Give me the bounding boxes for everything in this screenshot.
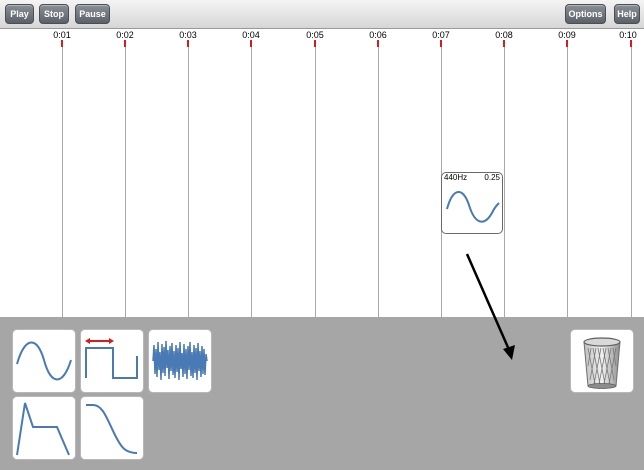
block-frequency-label: 440Hz [444,173,468,182]
noise-icon [152,340,208,381]
time-tick-mark [630,40,632,47]
time-tick-label: 0:08 [495,30,513,40]
placed-sine-block[interactable]: 440Hz 0.25 [441,172,503,234]
time-tick-label: 0:01 [53,30,71,40]
time-tick-mark [187,40,189,47]
time-grid-line [314,47,316,317]
time-tick-label: 0:06 [369,30,387,40]
time-grid-line [503,47,505,317]
stop-button[interactable]: Stop [39,4,69,24]
time-grid-line [124,47,126,317]
fade-out-icon [86,404,138,454]
time-grid-line [377,47,379,317]
noise-tile[interactable] [149,330,211,392]
time-tick-mark [566,40,568,47]
trash-can-icon [583,337,621,389]
pause-button[interactable]: Pause [75,4,110,24]
time-tick-label: 0:05 [306,30,324,40]
square-wave-icon [85,338,138,379]
options-button[interactable]: Options [565,4,606,24]
time-tick-mark [377,40,379,47]
time-tick-mark [503,40,505,47]
envelope-icon [16,402,70,456]
help-button[interactable]: Help [614,4,640,24]
time-tick-label: 0:09 [558,30,576,40]
time-grid-line [187,47,189,317]
time-tick-mark [61,40,63,47]
trash-bin[interactable] [571,330,633,392]
time-tick-label: 0:04 [242,30,260,40]
time-tick-mark [250,40,252,47]
block-amplitude-label: 0.25 [484,173,500,182]
time-tick-mark [440,40,442,47]
sine-wave-icon [16,341,72,381]
time-tick-label: 0:02 [116,30,134,40]
toolbar: Play Stop Pause Options Help [0,0,644,29]
time-tick-mark [314,40,316,47]
time-grid-line [630,47,632,317]
time-tick-label: 0:10 [619,30,637,40]
envelope-tile[interactable] [13,397,75,459]
fade-out-tile[interactable] [81,397,143,459]
time-tick-label: 0:03 [179,30,197,40]
timeline[interactable]: 0:01 0:02 0:03 0:04 0:05 0:06 0:07 0:08 … [0,29,644,317]
time-tick-mark [124,40,126,47]
square-wave-tile[interactable] [81,330,143,392]
sine-wave-tile[interactable] [13,330,75,392]
time-grid-line [566,47,568,317]
sine-wave-icon [446,191,500,223]
play-button[interactable]: Play [5,4,34,24]
time-grid-line [250,47,252,317]
time-tick-label: 0:07 [432,30,450,40]
time-grid-line [61,47,63,317]
